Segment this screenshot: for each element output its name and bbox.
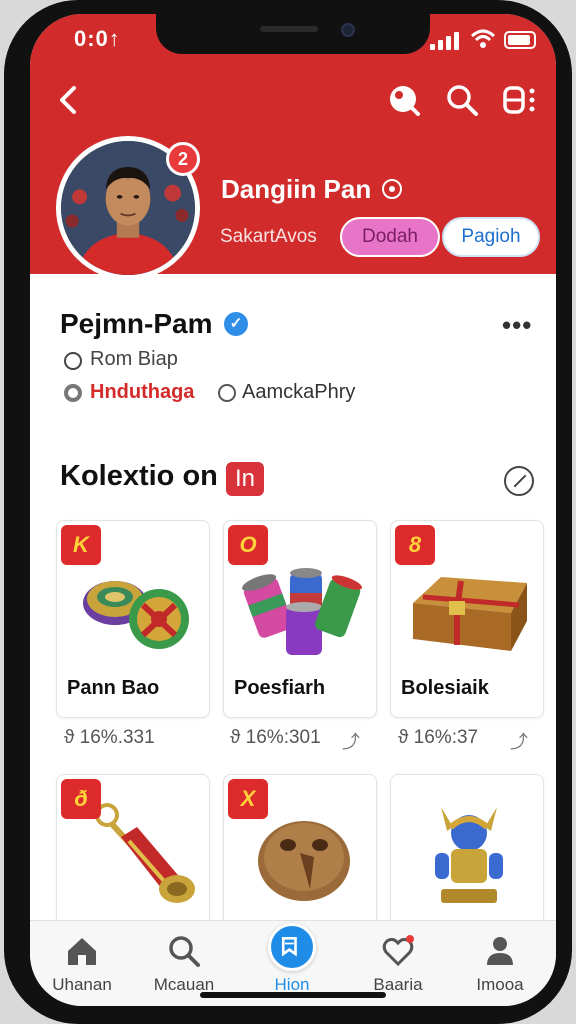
primary-action-button[interactable]: Dodah [340, 217, 440, 257]
link-icon[interactable]: ⤴ [510, 728, 528, 754]
phone-frame: 0:0↑ 2 Dangiin Pan SakartAvos Dodah Pagi… [4, 0, 572, 1024]
person-icon [482, 933, 518, 969]
card-title: Bolesiaik [401, 677, 489, 699]
card-price: ϑ 16%.331 [64, 727, 155, 748]
status-icons [430, 28, 540, 52]
tab-home[interactable]: Uhanan [32, 921, 132, 1006]
center-icon [268, 923, 316, 971]
more-options-icon[interactable]: ••• [502, 310, 532, 341]
front-camera [341, 23, 355, 37]
heart-icon [380, 933, 416, 969]
card-price: ϑ 16%:301 [230, 727, 321, 748]
collection-card[interactable]: X [223, 774, 377, 934]
link-icon[interactable]: ⤴ [342, 728, 360, 754]
pin-icon[interactable] [386, 82, 422, 118]
app-screen: 0:0↑ 2 Dangiin Pan SakartAvos Dodah Pagi… [30, 14, 556, 1006]
tab-label: Uhanan [52, 975, 112, 994]
edit-icon[interactable] [504, 466, 534, 496]
tab-profile[interactable]: Imooa [450, 921, 550, 1006]
card-badge: X [228, 779, 268, 819]
radio-icon [64, 384, 82, 402]
search-icon [166, 933, 202, 969]
header-subtitle: SakartAvos [220, 226, 317, 247]
secondary-action-button[interactable]: Pagioh [442, 217, 540, 257]
collection-card[interactable]: 8 Bolesiaik [390, 520, 544, 718]
status-time: 0:0↑ [74, 26, 121, 51]
card-price: ϑ 16%:37 [398, 727, 479, 748]
card-badge: 8 [395, 525, 435, 565]
battery-icon [504, 31, 536, 49]
menu-icon[interactable] [502, 82, 538, 118]
clock-icon [218, 384, 236, 402]
profile-tag-primary[interactable]: Hnduthaga [90, 381, 194, 404]
location-icon [64, 352, 82, 370]
verified-icon: ✓ [224, 312, 248, 336]
card-title: Poesfiarh [234, 677, 326, 699]
speaker-grille [260, 26, 318, 32]
notification-badge: 2 [166, 142, 200, 176]
card-badge: ð [61, 779, 101, 819]
card-badge: O [228, 525, 268, 565]
target-icon [382, 179, 402, 199]
home-icon [64, 933, 100, 969]
collection-badge: In [226, 462, 264, 496]
wifi-icon [470, 28, 496, 50]
card-title: Pann Bao [67, 677, 160, 699]
profile-tag-secondary[interactable]: AamckaPhry [242, 381, 355, 404]
profile-name: Pejmn-Pam [60, 308, 213, 339]
profile-location: Rom Biap [90, 348, 178, 370]
collection-card[interactable]: ð [56, 774, 210, 934]
home-indicator [200, 992, 386, 998]
camera-notch [156, 14, 430, 54]
search-icon[interactable] [444, 82, 480, 118]
collection-card[interactable]: K Pann Bao [56, 520, 210, 718]
figurine-icon [401, 797, 535, 917]
card-badge: K [61, 525, 101, 565]
header-name: Dangiin Pan [221, 174, 372, 204]
collection-title: Kolextio on [60, 460, 218, 492]
collection-card[interactable] [390, 774, 544, 934]
signal-icon [430, 30, 464, 50]
back-icon[interactable] [52, 82, 88, 118]
collection-card[interactable]: O Poesfiarh [223, 520, 377, 718]
tab-label: Imooa [476, 975, 524, 994]
